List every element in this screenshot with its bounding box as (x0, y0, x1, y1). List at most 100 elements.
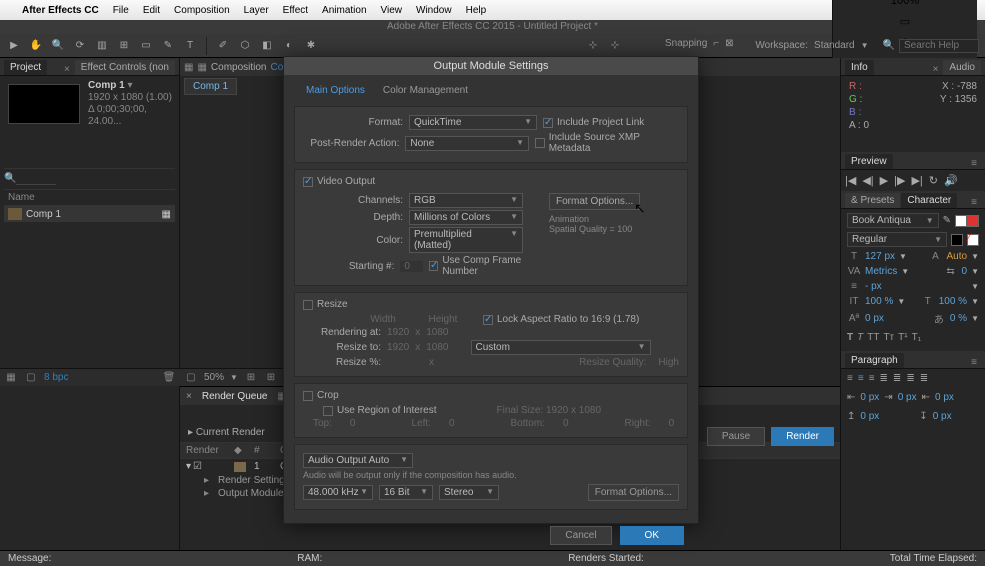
expand-icon[interactable]: ▸ (188, 427, 193, 438)
baseline[interactable]: 0 px (865, 313, 884, 324)
font-family-select[interactable]: Book Antiqua▼ (847, 213, 939, 228)
ok-button[interactable]: OK (620, 526, 684, 545)
comp-panel-icon[interactable]: ▦ (197, 62, 206, 73)
post-render-select[interactable]: None▼ (405, 136, 529, 151)
menu-layer[interactable]: Layer (244, 5, 269, 16)
kerning[interactable]: Metrics (865, 266, 897, 277)
prev-frame-icon[interactable]: ◀| (862, 174, 873, 187)
comp-thumbnail[interactable] (8, 84, 80, 124)
text-tool-icon[interactable]: T (182, 38, 198, 54)
main-options-tab[interactable]: Main Options (306, 85, 365, 96)
render-queue-tab[interactable]: Render Queue (202, 391, 268, 402)
panel-menu-icon[interactable]: ≡ (967, 197, 981, 208)
rotate-tool-icon[interactable]: ⟳ (72, 38, 88, 54)
paragraph-tab[interactable]: Paragraph (845, 353, 904, 368)
render-header[interactable]: Render (186, 445, 226, 456)
bpc-toggle[interactable]: 8 bpc (44, 372, 68, 383)
justify-all-icon[interactable]: ≣ (920, 373, 928, 384)
battery-icon[interactable]: ▭ (900, 15, 910, 28)
folder-icon[interactable]: ▦ (162, 209, 171, 220)
menu-help[interactable]: Help (466, 5, 487, 16)
format-select[interactable]: QuickTime▼ (409, 115, 537, 130)
info-tab[interactable]: Info (845, 60, 874, 75)
pen-tool-icon[interactable]: ✎ (160, 38, 176, 54)
character-tab[interactable]: Character (901, 193, 957, 208)
depth-select[interactable]: Millions of Colors▼ (409, 210, 523, 225)
menu-edit[interactable]: Edit (143, 5, 160, 16)
chevron-down-icon[interactable]: ▼ (861, 41, 869, 50)
render-button[interactable]: Render (771, 427, 834, 446)
mag-icon[interactable]: ▢ (184, 372, 198, 384)
justify-center-icon[interactable]: ≣ (893, 373, 901, 384)
hscale[interactable]: 100 % (939, 296, 967, 307)
bold-button[interactable]: T (847, 332, 853, 343)
project-tab[interactable]: Project (4, 60, 47, 75)
grid-icon[interactable]: ⊞ (264, 372, 278, 384)
panel-menu-icon[interactable]: ≡ (967, 158, 981, 169)
mute-icon[interactable]: 🔊 (944, 174, 958, 187)
roi-checkbox[interactable] (323, 406, 333, 416)
leading-value[interactable]: Auto (947, 251, 968, 262)
axis-icon[interactable]: ⊹ (585, 38, 601, 54)
presets-tab[interactable]: & Presets (845, 193, 900, 208)
anchor-tool-icon[interactable]: ⊞ (116, 38, 132, 54)
res-icon[interactable]: ⊞ (244, 372, 258, 384)
project-search-input[interactable] (16, 173, 56, 185)
format-options-button[interactable]: Format Options... (549, 193, 640, 210)
eyedropper-icon[interactable]: ✎ (943, 215, 951, 226)
channels-select[interactable]: RGB▼ (409, 193, 523, 208)
audio-khz-select[interactable]: 48.000 kHz▼ (303, 485, 373, 500)
name-column-header[interactable]: Name (4, 189, 175, 206)
zoom-level[interactable]: 50% (204, 372, 224, 383)
audio-tab[interactable]: Audio (943, 60, 981, 75)
loop-icon[interactable]: ↻ (929, 174, 938, 187)
effect-controls-tab[interactable]: Effect Controls (non (75, 60, 175, 75)
lock-aspect-checkbox[interactable] (483, 315, 493, 325)
hand-tool-icon[interactable]: ✋ (28, 38, 44, 54)
resize-quality-select[interactable]: High (658, 357, 679, 368)
justify-right-icon[interactable]: ≣ (906, 373, 914, 384)
menu-file[interactable]: File (113, 5, 129, 16)
justify-left-icon[interactable]: ≣ (880, 373, 888, 384)
roto-tool-icon[interactable]: ◐ (281, 38, 297, 54)
font-size[interactable]: 127 px (865, 251, 895, 262)
video-output-checkbox[interactable] (303, 177, 313, 187)
crop-checkbox[interactable] (303, 391, 313, 401)
shape-tool-icon[interactable]: ▭ (138, 38, 154, 54)
audio-channels-select[interactable]: Stereo▼ (439, 485, 499, 500)
superscript-button[interactable]: T¹ (898, 332, 907, 343)
stroke-width[interactable]: - px (865, 281, 882, 292)
audio-bit-select[interactable]: 16 Bit▼ (379, 485, 433, 500)
allcaps-button[interactable]: TT (867, 332, 879, 343)
vscale[interactable]: 100 % (865, 296, 893, 307)
starting-input[interactable]: 0 (400, 261, 423, 272)
expand-icon[interactable]: ▸ (204, 475, 212, 486)
axis-icon[interactable]: ⊹ (607, 38, 623, 54)
interpret-icon[interactable]: ▦ (4, 372, 18, 384)
num-header[interactable]: # (254, 445, 272, 456)
search-icon[interactable]: 🔍 (4, 173, 16, 184)
font-style-select[interactable]: Regular▼ (847, 232, 947, 247)
align-left-icon[interactable]: ≡ (847, 373, 853, 384)
workspace-select[interactable]: Standard (814, 40, 855, 51)
use-comp-checkbox[interactable] (429, 261, 438, 271)
include-link-checkbox[interactable] (543, 118, 553, 128)
swap-swatch[interactable] (951, 234, 963, 246)
menu-composition[interactable]: Composition (174, 5, 230, 16)
last-frame-icon[interactable]: ▶| (911, 174, 922, 187)
trash-icon[interactable]: 🗑 (162, 372, 176, 384)
close-icon[interactable]: × (929, 64, 943, 75)
preview-tab[interactable]: Preview (845, 154, 893, 169)
panel-menu-icon[interactable]: ≡ (967, 357, 981, 368)
expand-icon[interactable]: ▾ (186, 461, 191, 472)
label-swatch[interactable] (234, 462, 246, 472)
menu-animation[interactable]: Animation (322, 5, 366, 16)
color-management-tab[interactable]: Color Management (383, 85, 468, 96)
camera-tool-icon[interactable]: ▥ (94, 38, 110, 54)
resize-checkbox[interactable] (303, 300, 313, 310)
comp-panel-icon[interactable]: ▦ (184, 62, 193, 73)
label-header[interactable]: ◆ (234, 445, 246, 456)
stamp-tool-icon[interactable]: ⬡ (237, 38, 253, 54)
brush-tool-icon[interactable]: ✐ (215, 38, 231, 54)
close-icon[interactable]: × (60, 64, 74, 75)
